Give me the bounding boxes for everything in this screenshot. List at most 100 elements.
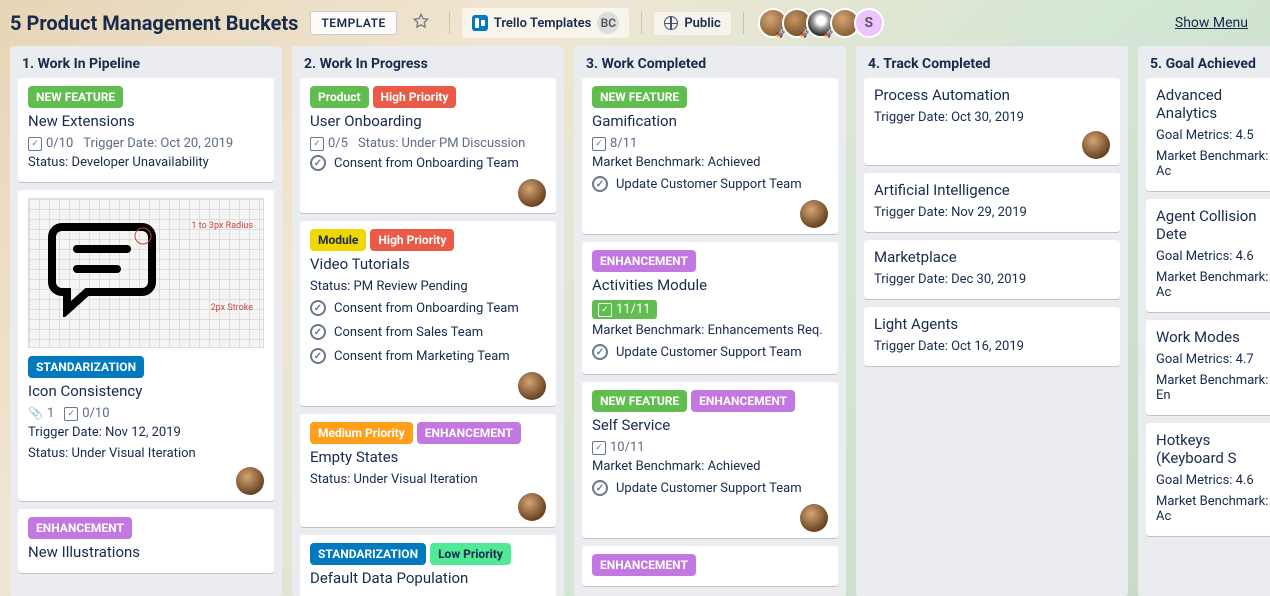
card-member-avatar[interactable] (800, 200, 828, 228)
card-title: User Onboarding (310, 112, 546, 130)
card-field: Market Benchmark: Ac (1156, 149, 1270, 179)
workspace-name: Trello Templates (494, 16, 592, 31)
label[interactable]: STANDARIZATION (28, 356, 144, 378)
card-field: Status: Under Visual Iteration (310, 472, 546, 487)
label[interactable]: ENHANCEMENT (592, 250, 696, 272)
card[interactable]: Agent Collision DeteGoal Metrics: 4.6Mar… (1146, 199, 1270, 312)
board-header: 5 Product Management Buckets TEMPLATE Tr… (0, 0, 1270, 46)
label[interactable]: ENHANCEMENT (592, 554, 696, 576)
member-avatars[interactable]: 🚀 🚀 🚀 S (764, 8, 884, 38)
checklist-badge: 0/10 (28, 136, 73, 151)
avatar[interactable]: S (854, 8, 884, 38)
card-member-avatar[interactable] (518, 493, 546, 521)
card[interactable]: Advanced AnalyticsGoal Metrics: 4.5Marke… (1146, 78, 1270, 191)
list-title[interactable]: 3. Work Completed (574, 46, 846, 78)
list-cards: ProductHigh PriorityUser Onboarding0/5St… (292, 78, 564, 596)
board-title[interactable]: 5 Product Management Buckets (10, 11, 298, 35)
card-labels: ModuleHigh Priority (310, 229, 546, 251)
card-title: New Illustrations (28, 543, 264, 561)
checklist-item: Consent from Sales Team (310, 324, 546, 340)
attachment-badge: 1 (28, 406, 54, 421)
card-title: Activities Module (592, 276, 828, 294)
card-labels: Medium PriorityENHANCEMENT (310, 422, 546, 444)
list-title[interactable]: 5. Goal Achieved (1138, 46, 1270, 78)
label[interactable]: Module (310, 229, 366, 251)
label[interactable]: High Priority (370, 229, 454, 251)
label[interactable]: NEW FEATURE (592, 86, 687, 108)
workspace-button[interactable]: Trello Templates BC (462, 8, 630, 38)
list[interactable]: 1. Work In Pipeline NEW FEATURE New Extens… (10, 46, 282, 596)
card-labels: NEW FEATUREENHANCEMENT (592, 390, 828, 412)
divider (743, 12, 744, 34)
checklist-badge: 8/11 (592, 136, 637, 151)
trigger-date: Trigger Date: Oct 20, 2019 (83, 136, 233, 151)
card-labels: STANDARIZATION (28, 356, 264, 378)
card[interactable]: Work ModesGoal Metrics: 4.7Market Benchm… (1146, 320, 1270, 415)
card[interactable]: 1 to 3px Radius 2px StrokeSTANDARIZATION… (18, 190, 274, 501)
card-title: New Extensions (28, 112, 264, 130)
label[interactable]: Product (310, 86, 369, 108)
trello-logo-icon (472, 15, 488, 31)
label[interactable]: ENHANCEMENT (417, 422, 521, 444)
template-badge[interactable]: TEMPLATE (310, 11, 396, 35)
card[interactable]: Light AgentsTrigger Date: Oct 16, 2019 (864, 307, 1120, 366)
card-labels: ENHANCEMENT (592, 554, 828, 576)
card[interactable]: ProductHigh PriorityUser Onboarding0/5St… (300, 78, 556, 213)
card[interactable]: Artificial IntelligenceTrigger Date: Nov… (864, 173, 1120, 232)
show-menu-button[interactable]: Show Menu (1175, 15, 1260, 31)
card-title: Self Service (592, 416, 828, 434)
card-member-avatar[interactable] (518, 372, 546, 400)
label[interactable]: NEW FEATURE (592, 390, 687, 412)
list-cards: NEW FEATUREGamification8/11Market Benchm… (574, 78, 846, 596)
card-badges: 0/10 Trigger Date: Oct 20, 2019 (28, 136, 264, 151)
list[interactable]: 4. Track CompletedProcess AutomationTrig… (856, 46, 1128, 596)
card[interactable]: Medium PriorityENHANCEMENTEmpty StatesSt… (300, 414, 556, 527)
card[interactable]: Process AutomationTrigger Date: Oct 30, … (864, 78, 1120, 165)
card-field: Trigger Date: Oct 30, 2019 (874, 110, 1110, 125)
label[interactable]: STANDARIZATION (310, 543, 426, 565)
label[interactable]: ENHANCEMENT (28, 517, 132, 539)
card[interactable]: NEW FEATUREENHANCEMENTSelf Service10/11M… (582, 382, 838, 538)
list-title[interactable]: 2. Work In Progress (292, 46, 564, 78)
list-title[interactable]: 4. Track Completed (856, 46, 1128, 78)
card-labels: ENHANCEMENT (28, 517, 264, 539)
card-title: Artificial Intelligence (874, 181, 1110, 199)
card[interactable]: Hotkeys (Keyboard SGoal Metrics: 4.6Mark… (1146, 423, 1270, 536)
list[interactable]: 5. Goal AchievedAdvanced AnalyticsGoal M… (1138, 46, 1270, 596)
card-field: Trigger Date: Nov 12, 2019 (28, 425, 264, 440)
card[interactable]: ENHANCEMENT New Illustrations (18, 509, 274, 573)
card-member-avatar[interactable] (1082, 131, 1110, 159)
card-field: Market Benchmark: Ac (1156, 494, 1270, 524)
globe-icon (664, 16, 678, 30)
card-field: Goal Metrics: 4.6 (1156, 473, 1270, 488)
card[interactable]: ENHANCEMENT (582, 546, 838, 586)
card[interactable]: MarketplaceTrigger Date: Dec 30, 2019 (864, 240, 1120, 299)
label[interactable]: High Priority (373, 86, 457, 108)
card-member-avatar[interactable] (236, 467, 264, 495)
card-member-avatar[interactable] (800, 504, 828, 532)
list[interactable]: 3. Work Completed NEW FEATURE Gamification… (574, 46, 846, 596)
divider (449, 12, 450, 34)
label[interactable]: Low Priority (430, 543, 511, 565)
board-canvas[interactable]: 1. Work In Pipeline NEW FEATURE New Extens… (0, 46, 1270, 596)
check-circle-icon (592, 344, 608, 360)
label[interactable]: ENHANCEMENT (691, 390, 795, 412)
card[interactable]: NEW FEATURE New Extensions 0/10 Trigger Dat… (18, 78, 274, 182)
card-title: Default Data Population (310, 569, 546, 587)
visibility-label: Public (684, 16, 720, 31)
visibility-button[interactable]: Public (654, 12, 730, 35)
list-title[interactable]: 1. Work In Pipeline (10, 46, 282, 78)
check-circle-icon (310, 300, 326, 316)
card[interactable]: ENHANCEMENTActivities Module11/11Market … (582, 242, 838, 374)
label[interactable]: NEW FEATURE (28, 86, 123, 108)
card[interactable]: STANDARIZATIONLow Priority Default Data P… (300, 535, 556, 596)
card[interactable]: ModuleHigh PriorityVideo TutorialsStatus… (300, 221, 556, 406)
star-icon[interactable] (405, 7, 437, 39)
card-member-avatar[interactable] (518, 179, 546, 207)
card[interactable]: NEW FEATUREGamification8/11Market Benchm… (582, 78, 838, 234)
card-title: Light Agents (874, 315, 1110, 333)
card-title: Gamification (592, 112, 828, 130)
card-badges: 10/10 (28, 406, 264, 421)
list[interactable]: 2. Work In ProgressProductHigh PriorityU… (292, 46, 564, 596)
label[interactable]: Medium Priority (310, 422, 413, 444)
